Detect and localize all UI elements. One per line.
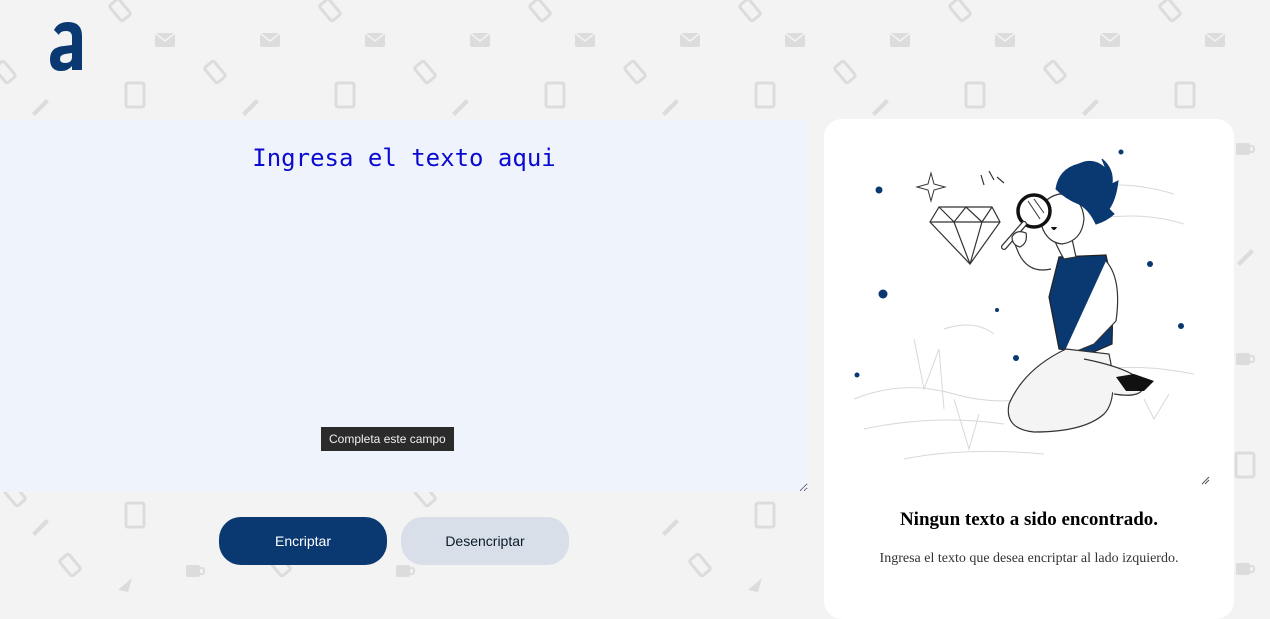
logo[interactable] <box>48 20 88 74</box>
validation-tooltip: Completa este campo <box>321 427 454 451</box>
output-panel: Ningun texto a sido encontrado. Ingresa … <box>824 119 1234 619</box>
alura-logo-icon <box>50 22 82 71</box>
resize-grip-icon[interactable] <box>1200 475 1210 485</box>
output-title: Ningun texto a sido encontrado. <box>899 509 1159 530</box>
decrypt-button[interactable]: Desencriptar <box>401 517 569 565</box>
encrypt-button[interactable]: Encriptar <box>219 517 387 565</box>
output-description: Ingresa el texto que desea encriptar al … <box>879 551 1179 566</box>
person-with-magnifying-glass-illustration <box>853 149 1195 460</box>
